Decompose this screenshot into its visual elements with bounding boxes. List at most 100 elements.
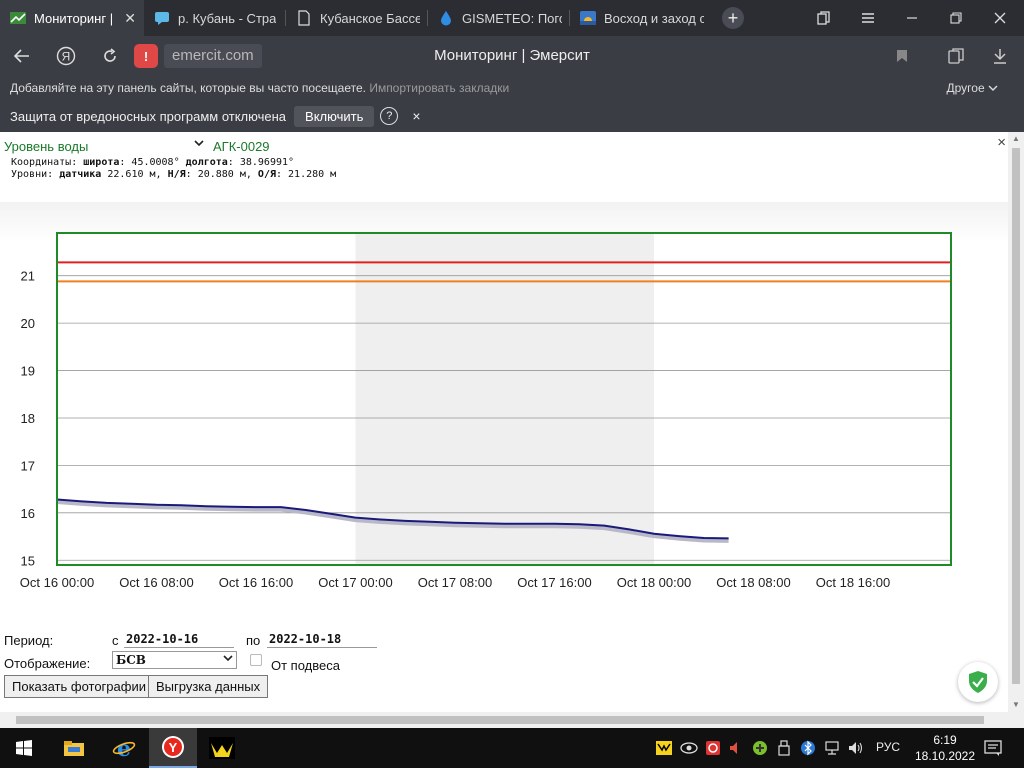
query-form: Период: с 2022-10-16 по 2022-10-18 Отобр… xyxy=(0,607,1008,712)
y-tick-label: 17 xyxy=(21,458,35,473)
svg-text:e: e xyxy=(117,736,131,760)
y-tick-label: 21 xyxy=(21,269,35,284)
show-photos-button[interactable]: Показать фотографии xyxy=(4,675,154,698)
restore-icon[interactable] xyxy=(934,0,978,36)
vertical-scrollbar[interactable]: ▲ ▼ xyxy=(1008,132,1024,712)
parameter-select[interactable]: Уровень воды xyxy=(4,139,208,155)
download-icon[interactable] xyxy=(980,36,1020,76)
to-label: по xyxy=(246,633,261,648)
x-tick-label: Oct 16 08:00 xyxy=(119,575,193,590)
bookmarks-hint: Добавляйте на эту панель сайты, которые … xyxy=(10,81,366,95)
clock[interactable]: 6:19 18.10.2022 xyxy=(912,732,978,764)
close-infobar-icon[interactable]: × xyxy=(412,108,420,124)
x-tick-label: Oct 18 08:00 xyxy=(716,575,790,590)
x-tick-label: Oct 18 00:00 xyxy=(617,575,691,590)
x-tick-label: Oct 16 00:00 xyxy=(20,575,94,590)
enable-protection-button[interactable]: Включить xyxy=(294,105,375,127)
parameter-select-value: Уровень воды xyxy=(4,139,89,154)
menu-icon[interactable] xyxy=(846,0,890,36)
file-explorer-icon[interactable] xyxy=(50,728,98,768)
protection-infobar: Защита от вредоносных программ отключена… xyxy=(0,100,1024,132)
speaker-muted-icon[interactable] xyxy=(728,740,744,759)
start-button[interactable] xyxy=(0,728,48,768)
internet-explorer-icon[interactable]: e xyxy=(100,728,148,768)
vertical-scroll-thumb[interactable] xyxy=(1012,148,1020,684)
tab-sunrise[interactable]: Восход и заход с xyxy=(570,0,712,36)
suspension-checkbox[interactable] xyxy=(250,654,262,666)
help-icon[interactable]: ? xyxy=(380,107,399,125)
address-bar: Мониторинг | Эмерсит Я ! emercit.com xyxy=(0,36,1024,76)
export-data-button[interactable]: Выгрузка данных xyxy=(148,675,269,698)
display-select[interactable]: БСВ xyxy=(112,651,237,669)
clock-date: 18.10.2022 xyxy=(914,749,976,763)
volume-icon[interactable] xyxy=(848,740,864,759)
x-tick-label: Oct 17 16:00 xyxy=(517,575,591,590)
tab-monitoring[interactable]: Мониторинг | Эм ✕ xyxy=(0,0,144,36)
clock-time: 6:19 xyxy=(933,733,957,747)
scroll-down-icon[interactable]: ▼ xyxy=(1008,698,1024,712)
security-warning-icon[interactable]: ! xyxy=(134,44,158,68)
lat-value: : 45.0008° xyxy=(119,157,180,168)
tray-red-icon[interactable] xyxy=(705,740,721,759)
chevron-down-icon xyxy=(988,85,998,91)
oy-value: : 21.280 м xyxy=(275,169,337,180)
reload-button[interactable] xyxy=(88,36,132,76)
yandex-button[interactable]: Я xyxy=(44,36,88,76)
horizontal-scrollbar[interactable] xyxy=(0,712,1024,728)
x-tick-label: Oct 16 16:00 xyxy=(219,575,293,590)
tab-kuban[interactable]: р. Кубань - Стра xyxy=(144,0,286,36)
sunrise-icon xyxy=(580,10,596,26)
levels-label: Уровни: xyxy=(11,169,54,180)
other-bookmarks-label: Другое xyxy=(946,81,985,95)
language-indicator[interactable]: РУС xyxy=(876,740,900,754)
to-date-input[interactable]: 2022-10-18 xyxy=(267,632,377,648)
lon-value: : 38.96991° xyxy=(227,157,295,168)
tray-green-icon[interactable] xyxy=(752,740,768,759)
horizontal-scroll-thumb[interactable] xyxy=(16,716,984,724)
collections-icon[interactable] xyxy=(936,36,976,76)
x-tick-label: Oct 17 00:00 xyxy=(318,575,392,590)
close-tab-icon[interactable]: ✕ xyxy=(124,10,136,27)
sensor-value: 22.610 м, xyxy=(101,169,162,180)
tray-eye-icon[interactable] xyxy=(680,740,698,759)
night-band xyxy=(355,233,654,565)
tab-kuban-basin[interactable]: Кубанское Бассе xyxy=(286,0,428,36)
new-tab-button[interactable]: + xyxy=(722,7,744,29)
close-panel-icon[interactable]: × xyxy=(997,134,1006,151)
import-bookmarks-link[interactable]: Импортировать закладки xyxy=(369,81,509,95)
protect-shield-icon[interactable] xyxy=(958,662,998,702)
scroll-up-icon[interactable]: ▲ xyxy=(1008,132,1024,146)
y-tick-label: 15 xyxy=(21,553,35,568)
tray-app-icon[interactable] xyxy=(656,740,672,759)
chat-icon xyxy=(154,10,170,26)
notifications-icon[interactable] xyxy=(984,740,1002,759)
url-field[interactable]: ! emercit.com xyxy=(134,43,262,69)
windows-taskbar: e Y РУС 6:19 18.10.2022 xyxy=(0,728,1024,768)
chart-svg: 15 16 17 18 19 20 21 Oct 16 00:00 Oct 16 08:00 Oc… xyxy=(20,232,952,590)
water-drop-icon xyxy=(438,10,454,26)
ny-value: : 20.880 м, xyxy=(185,169,252,180)
tab-gismeteo[interactable]: GISMETEO: Пого xyxy=(428,0,570,36)
minimize-icon[interactable] xyxy=(890,0,934,36)
x-tick-label: Oct 18 16:00 xyxy=(816,575,890,590)
from-date-input[interactable]: 2022-10-16 xyxy=(124,632,234,648)
usb-icon[interactable] xyxy=(778,740,790,759)
tab-title: Мониторинг | Эм xyxy=(34,10,114,26)
y-tick-label: 20 xyxy=(21,316,35,331)
close-window-icon[interactable] xyxy=(978,0,1022,36)
other-bookmarks-button[interactable]: Другое xyxy=(947,76,998,100)
network-icon[interactable] xyxy=(824,740,840,759)
tab-list-icon[interactable] xyxy=(802,0,846,36)
back-button[interactable] xyxy=(0,36,44,76)
coordinates-line: Координаты: широта: 45.0008° долгота: 38… xyxy=(11,157,294,168)
lat-label: широта xyxy=(83,157,120,168)
url-text[interactable]: emercit.com xyxy=(164,44,262,68)
bookmark-icon[interactable] xyxy=(882,36,922,76)
tab-bar: Мониторинг | Эм ✕ р. Кубань - Стра Кубан… xyxy=(0,0,1024,36)
sensor-label: датчика xyxy=(59,169,102,180)
x-tick-label: Oct 17 08:00 xyxy=(418,575,492,590)
app-icon[interactable] xyxy=(198,728,246,768)
bluetooth-icon[interactable] xyxy=(801,740,815,759)
yandex-browser-icon[interactable]: Y xyxy=(149,728,197,768)
svg-text:Y: Y xyxy=(169,740,178,755)
